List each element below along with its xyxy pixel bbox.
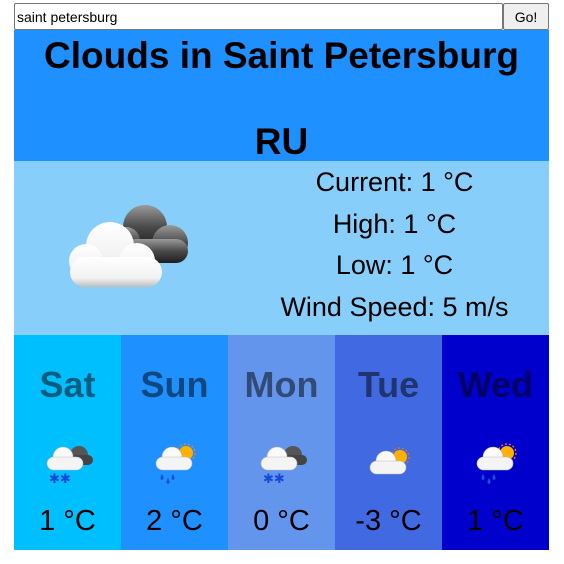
- day-temp: -3 °C: [355, 505, 422, 537]
- forecast-day: Wed 1 °C: [442, 335, 549, 550]
- country-code: RU: [254, 121, 309, 162]
- day-temp: 1 °C: [467, 505, 524, 537]
- day-temp: 1 °C: [39, 505, 96, 537]
- forecast-day: Sun 2 °C: [121, 335, 228, 550]
- forecast-day: Tue -3 °C: [335, 335, 442, 550]
- partly-cloudy-icon: [369, 447, 410, 475]
- day-temp: 0 °C: [253, 505, 310, 537]
- wind-speed: Wind Speed: 5 m/s: [280, 291, 509, 322]
- snow-icon: ✱✱: [260, 446, 307, 485]
- low-temp: Low: 1 °C: [335, 250, 454, 280]
- svg-text:✱✱: ✱✱: [49, 472, 71, 485]
- forecast-day: Mon ✱✱ 0 °C: [228, 335, 335, 550]
- broken-clouds-icon: [69, 205, 188, 287]
- current-weather-panel: Current: 1 °C High: 1 °C Low: 1 °C Wind …: [14, 161, 549, 335]
- rain-sun-icon: [476, 443, 517, 484]
- high-temp: High: 1 °C: [332, 208, 457, 239]
- day-name: Mon: [244, 364, 319, 405]
- weather-header: Clouds in Saint Petersburg RU: [14, 30, 549, 161]
- city-search-input[interactable]: [14, 3, 503, 30]
- go-button[interactable]: Go!: [503, 3, 549, 30]
- search-bar: Go!: [14, 3, 549, 30]
- rain-sun-icon: [155, 443, 196, 484]
- day-name: Sun: [140, 364, 209, 405]
- current-temp: Current: 1 °C: [315, 167, 474, 197]
- svg-text:✱✱: ✱✱: [263, 472, 285, 485]
- day-temp: 2 °C: [146, 505, 203, 537]
- weather-app: Go! Clouds in Saint Petersburg RU: [14, 3, 549, 550]
- condition-city-title: Clouds in Saint Petersburg: [44, 35, 519, 76]
- current-stats: Current: 1 °C High: 1 °C Low: 1 °C Wind …: [262, 167, 527, 333]
- snow-icon: ✱✱: [46, 446, 93, 485]
- day-name: Wed: [457, 364, 534, 405]
- forecast-day: Sat ✱✱ 1 °C: [14, 335, 121, 550]
- forecast-row: Sat ✱✱ 1 °C Sun 2 °C Mon ✱✱ 0 °C Tue -3 …: [14, 335, 549, 550]
- day-name: Sat: [39, 364, 96, 405]
- day-name: Tue: [357, 364, 420, 405]
